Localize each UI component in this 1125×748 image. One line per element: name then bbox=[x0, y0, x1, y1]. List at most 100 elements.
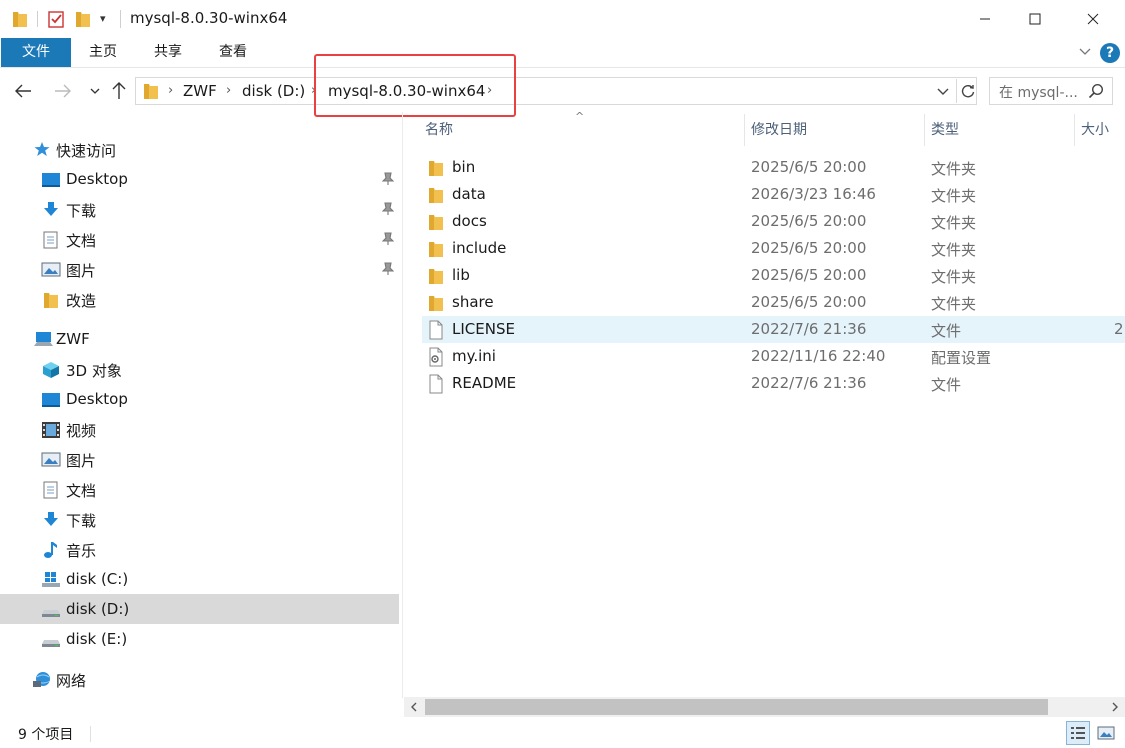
file-row-data[interactable]: data 2026/3/23 16:46 文件夹 bbox=[422, 181, 1125, 208]
file-row-lib[interactable]: lib 2025/6/5 20:00 文件夹 bbox=[422, 262, 1125, 289]
sidebar-item-network[interactable]: 网络 bbox=[0, 664, 399, 694]
close-icon bbox=[1087, 13, 1099, 25]
sidebar-item-disk-d[interactable]: disk (D:) bbox=[0, 594, 399, 624]
sidebar-item-documents-pinned[interactable]: 文档 bbox=[0, 224, 399, 254]
properties-icon[interactable] bbox=[48, 9, 64, 29]
sort-ascending-icon: ^ bbox=[575, 110, 585, 123]
sidebar-item-label: 文档 bbox=[66, 232, 97, 250]
sidebar-item-documents[interactable]: 文档 bbox=[0, 474, 399, 504]
sidebar-item-downloads-pinned[interactable]: 下载 bbox=[0, 194, 399, 224]
pin-icon[interactable] bbox=[381, 262, 395, 280]
search-icon[interactable] bbox=[1088, 83, 1104, 103]
folder-icon bbox=[428, 239, 444, 259]
file-name[interactable]: bin bbox=[452, 158, 475, 176]
file-icon bbox=[428, 320, 444, 340]
column-header-name[interactable]: 名称 bbox=[425, 114, 453, 146]
file-name[interactable]: lib bbox=[452, 266, 470, 284]
chevron-right-icon[interactable]: › bbox=[168, 83, 173, 98]
forward-button[interactable] bbox=[52, 80, 74, 102]
address-bar[interactable]: › ZWF › disk (D:) › mysql-8.0.30-winx64 … bbox=[135, 77, 977, 105]
tab-view[interactable]: 查看 bbox=[204, 38, 262, 67]
file-name[interactable]: README bbox=[452, 374, 516, 392]
address-history-icon[interactable] bbox=[936, 82, 950, 104]
scrollbar-thumb[interactable] bbox=[425, 699, 1048, 715]
chevron-right-icon[interactable]: › bbox=[226, 83, 231, 98]
minimize-button[interactable] bbox=[960, 0, 1010, 38]
chevron-left-icon bbox=[411, 702, 417, 712]
pin-icon[interactable] bbox=[381, 172, 395, 190]
tab-home[interactable]: 主页 bbox=[76, 38, 130, 67]
sidebar-item-music[interactable]: 音乐 bbox=[0, 534, 399, 564]
sidebar-item-label: 图片 bbox=[66, 262, 97, 280]
breadcrumb-disk-d[interactable]: disk (D:) bbox=[242, 82, 305, 100]
help-button[interactable]: ? bbox=[1100, 43, 1120, 63]
sidebar-item-3d-objects[interactable]: 3D 对象 bbox=[0, 354, 399, 384]
large-icons-view-button[interactable] bbox=[1094, 721, 1118, 745]
sidebar-item-videos[interactable]: 视频 bbox=[0, 414, 399, 444]
file-row-share[interactable]: share 2025/6/5 20:00 文件夹 bbox=[422, 289, 1125, 316]
scroll-left-button[interactable] bbox=[404, 697, 424, 717]
recent-locations-button[interactable] bbox=[84, 80, 106, 102]
column-divider[interactable] bbox=[744, 114, 745, 146]
file-row-docs[interactable]: docs 2025/6/5 20:00 文件夹 bbox=[422, 208, 1125, 235]
sidebar-item-disk-c[interactable]: disk (C:) bbox=[0, 564, 399, 594]
sidebar-item-label: Desktop bbox=[66, 170, 128, 188]
sidebar-item-downloads[interactable]: 下载 bbox=[0, 504, 399, 534]
refresh-button[interactable] bbox=[956, 79, 978, 103]
folder-icon bbox=[143, 82, 159, 104]
details-view-button[interactable] bbox=[1066, 721, 1090, 745]
column-divider[interactable] bbox=[924, 114, 925, 146]
breadcrumb-zwf[interactable]: ZWF bbox=[183, 82, 217, 100]
scroll-right-button[interactable] bbox=[1105, 697, 1125, 717]
sidebar-item-this-pc[interactable]: ZWF bbox=[0, 324, 399, 354]
tab-share[interactable]: 共享 bbox=[140, 38, 196, 67]
new-folder-icon[interactable] bbox=[75, 9, 91, 29]
folder-icon[interactable] bbox=[12, 9, 28, 29]
pane-splitter[interactable] bbox=[402, 112, 403, 698]
expand-ribbon-icon[interactable] bbox=[1078, 44, 1092, 62]
quick-access-divider bbox=[37, 11, 38, 27]
customize-quick-access-icon[interactable]: ▾ bbox=[100, 12, 106, 25]
file-row-license[interactable]: LICENSE 2022/7/6 21:36 文件 2 bbox=[422, 316, 1125, 343]
sidebar-item-label: 下载 bbox=[66, 202, 97, 220]
up-button[interactable] bbox=[108, 80, 130, 102]
file-type: 文件 bbox=[931, 376, 962, 394]
sidebar-item-disk-e[interactable]: disk (E:) bbox=[0, 624, 399, 654]
file-row-readme[interactable]: README 2022/7/6 21:36 文件 bbox=[422, 370, 1125, 397]
sidebar-item-quick-access[interactable]: 快速访问 bbox=[0, 134, 399, 164]
column-header-type[interactable]: 类型 bbox=[931, 114, 959, 146]
maximize-button[interactable] bbox=[1010, 0, 1060, 38]
file-name[interactable]: include bbox=[452, 239, 506, 257]
search-box[interactable]: 在 mysql-... bbox=[989, 77, 1113, 105]
column-divider[interactable] bbox=[1074, 114, 1075, 146]
details-view-icon bbox=[1071, 727, 1085, 739]
sidebar-item-label: 快速访问 bbox=[56, 142, 117, 160]
sidebar-item-pictures-pinned[interactable]: 图片 bbox=[0, 254, 399, 284]
sidebar-item-desktop[interactable]: Desktop bbox=[0, 384, 399, 414]
file-name[interactable]: my.ini bbox=[452, 347, 496, 365]
file-name[interactable]: LICENSE bbox=[452, 320, 515, 338]
file-row-include[interactable]: include 2025/6/5 20:00 文件夹 bbox=[422, 235, 1125, 262]
file-name[interactable]: docs bbox=[452, 212, 487, 230]
sidebar-item-label: 图片 bbox=[66, 452, 97, 470]
folder-icon bbox=[428, 212, 444, 232]
column-header-size[interactable]: 大小 bbox=[1081, 114, 1109, 146]
file-name[interactable]: share bbox=[452, 293, 494, 311]
column-header-date[interactable]: 修改日期 bbox=[751, 114, 807, 146]
sidebar-item-gaizao[interactable]: 改造 bbox=[0, 284, 399, 314]
close-button[interactable] bbox=[1068, 0, 1118, 38]
file-row-bin[interactable]: bin 2025/6/5 20:00 文件夹 bbox=[422, 154, 1125, 181]
pin-icon[interactable] bbox=[381, 202, 395, 220]
file-row-my-ini[interactable]: my.ini 2022/11/16 22:40 配置设置 bbox=[422, 343, 1125, 370]
sidebar-item-pictures[interactable]: 图片 bbox=[0, 444, 399, 474]
file-name[interactable]: data bbox=[452, 185, 486, 203]
search-input[interactable]: 在 mysql-... bbox=[999, 82, 1078, 102]
refresh-icon bbox=[961, 85, 974, 98]
pin-icon[interactable] bbox=[381, 232, 395, 250]
file-date: 2025/6/5 20:00 bbox=[751, 293, 867, 311]
sidebar-item-desktop-pinned[interactable]: Desktop bbox=[0, 164, 399, 194]
tab-file[interactable]: 文件 bbox=[1, 38, 71, 67]
file-date: 2025/6/5 20:00 bbox=[751, 266, 867, 284]
back-button[interactable] bbox=[12, 80, 34, 102]
horizontal-scrollbar[interactable] bbox=[404, 697, 1125, 717]
